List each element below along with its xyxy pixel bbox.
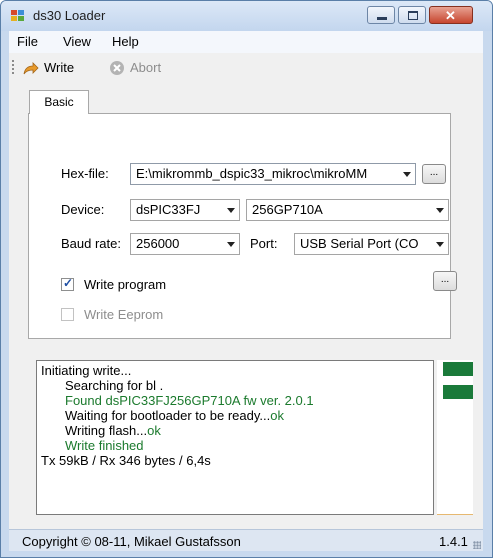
hex-file-combo[interactable]: E:\mikrommb_dspic33_mikroc\mikroMM [130, 163, 416, 185]
log-text: Writing flash... [65, 423, 148, 438]
write-program-checkbox[interactable]: ✓ [61, 276, 74, 291]
write-progress-bar [437, 360, 473, 515]
port-label: Port: [250, 236, 278, 251]
program-options-button[interactable]: ... [433, 271, 457, 291]
chevron-down-icon [227, 242, 235, 247]
log-line: Searching for bl . [65, 378, 164, 393]
menu-file[interactable]: File [17, 34, 38, 49]
device-model-select[interactable]: 256GP710A [246, 199, 449, 221]
title-bar[interactable]: ds30 Loader ✕ [1, 1, 492, 31]
device-family-select[interactable]: dsPIC33FJ [130, 199, 240, 221]
write-eeprom-checkbox[interactable] [61, 308, 74, 321]
device-label: Device: [61, 202, 105, 217]
log-text: Waiting for bootloader to be ready... [65, 408, 271, 423]
toolbar: Write Abort [9, 53, 483, 83]
log-ok: ok [270, 408, 284, 423]
tab-basic[interactable]: Basic [29, 90, 89, 114]
device-model-value: 256GP710A [252, 202, 323, 217]
progress-segment [443, 385, 473, 399]
output-log[interactable]: Initiating write... Searching for bl . F… [36, 360, 434, 515]
write-eeprom-label: Write Eeprom [84, 307, 164, 322]
checkmark-icon: ✓ [63, 276, 74, 290]
hex-file-value: E:\mikrommb_dspic33_mikroc\mikroMM [136, 166, 368, 181]
chevron-down-icon [436, 208, 444, 213]
window-title: ds30 Loader [33, 8, 106, 23]
progress-segment [443, 362, 473, 376]
log-line: Waiting for bootloader to be ready...ok [41, 408, 429, 423]
log-line: Initiating write... [41, 363, 132, 378]
toolbar-grip[interactable] [12, 60, 14, 76]
menu-bar: File View Help [9, 31, 483, 53]
chevron-down-icon [403, 172, 411, 177]
device-family-value: dsPIC33FJ [136, 202, 201, 217]
abort-label: Abort [130, 60, 162, 76]
abort-icon [110, 60, 124, 75]
write-arrow-icon [23, 61, 39, 74]
close-icon: ✕ [445, 8, 456, 23]
basic-panel: Hex-file: E:\mikrommb_dspic33_mikroc\mik… [28, 113, 457, 339]
version-text: 1.4.1 [439, 534, 468, 549]
abort-button[interactable]: Abort [109, 59, 161, 77]
menu-help[interactable]: Help [112, 34, 139, 49]
chevron-down-icon [436, 242, 444, 247]
app-icon [11, 10, 25, 22]
log-line: Writing flash...ok [41, 423, 429, 438]
chevron-down-icon [227, 208, 235, 213]
main-window: ds30 Loader ✕ File View Help Write Abort [0, 0, 493, 558]
port-value: USB Serial Port (CO [300, 236, 419, 251]
maximize-button[interactable] [398, 6, 426, 24]
log-ok: ok [147, 423, 161, 438]
baud-rate-value: 256000 [136, 236, 180, 251]
log-line: Write finished [65, 438, 144, 453]
write-label: Write [44, 60, 75, 76]
baud-rate-select[interactable]: 256000 [130, 233, 240, 255]
write-button[interactable]: Write [23, 59, 74, 77]
baud-rate-label: Baud rate: [61, 236, 121, 251]
menu-view[interactable]: View [63, 34, 91, 49]
log-line: Found dsPIC33FJ256GP710A fw ver. 2.0.1 [65, 393, 314, 408]
resize-grip-icon[interactable] [473, 541, 481, 549]
minimize-button[interactable] [367, 6, 395, 24]
log-line: Tx 59kB / Rx 346 bytes / 6,4s [41, 453, 211, 468]
hex-file-label: Hex-file: [61, 166, 109, 181]
status-bar: Copyright © 08-11, Mikael Gustafsson 1.4… [9, 529, 483, 551]
port-select[interactable]: USB Serial Port (CO [294, 233, 449, 255]
close-button[interactable]: ✕ [429, 6, 473, 24]
write-program-label: Write program [84, 277, 167, 292]
hex-browse-button[interactable]: ... [422, 164, 446, 184]
copyright-text: Copyright © 08-11, Mikael Gustafsson [22, 534, 241, 549]
